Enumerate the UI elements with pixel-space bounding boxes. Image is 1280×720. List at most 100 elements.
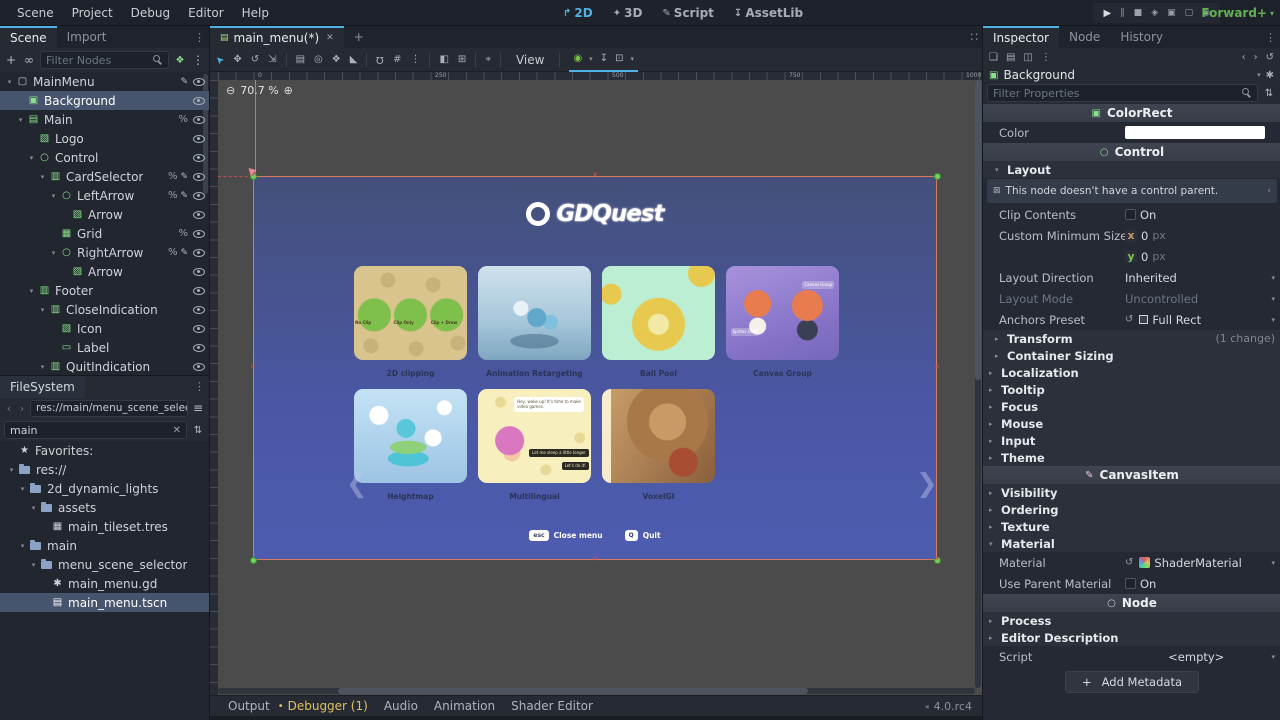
group-node-icon[interactable]: ⊞ xyxy=(458,54,466,65)
tree-caret-icon[interactable]: ▾ xyxy=(48,192,59,200)
chevron-down-icon[interactable]: ▾ xyxy=(589,55,593,63)
node-filter-icon[interactable]: ❖ xyxy=(173,55,187,66)
property-group-material[interactable]: ▾Material xyxy=(983,535,1280,552)
scene-tree-row-arrow[interactable]: ▧Arrow xyxy=(0,205,209,224)
filesystem-row-main-menu-tscn[interactable]: ▤main_menu.tscn xyxy=(0,593,209,612)
preview-environment-icon[interactable]: ◉ xyxy=(573,53,582,64)
scene-tree-row-label[interactable]: ▭Label xyxy=(0,338,209,357)
visibility-eye-icon[interactable] xyxy=(193,230,205,238)
property-group-editor-description[interactable]: ▸Editor Description xyxy=(983,629,1280,646)
zoom-in-icon[interactable]: ⊕ xyxy=(284,84,293,97)
scene-tree-row-footer[interactable]: ▾▥Footer xyxy=(0,281,209,300)
new-tab-button[interactable]: + xyxy=(344,26,374,48)
filesystem-filter-input[interactable] xyxy=(10,424,169,437)
tree-caret-icon[interactable]: ▾ xyxy=(17,542,28,550)
visibility-eye-icon[interactable] xyxy=(193,306,205,314)
tree-caret-icon[interactable]: ▾ xyxy=(15,116,26,124)
filesystem-row-favorites-[interactable]: ★Favorites: xyxy=(0,441,209,460)
pivot-tool-icon[interactable]: ◎ xyxy=(314,54,323,65)
tree-caret-icon[interactable]: ▾ xyxy=(28,504,39,512)
move-tool-icon[interactable]: ✥ xyxy=(233,54,241,65)
visibility-eye-icon[interactable] xyxy=(193,325,205,333)
tree-caret-icon[interactable]: ▾ xyxy=(4,78,15,86)
play-scene-icon[interactable]: ▣ xyxy=(1167,8,1176,18)
collapse-icon[interactable]: ◂ xyxy=(925,702,929,711)
revert-icon[interactable]: ↺ xyxy=(1125,314,1133,325)
property-group-texture[interactable]: ▸Texture xyxy=(983,518,1280,535)
filesystem-row-2d-dynamic-lights[interactable]: ▾2d_dynamic_lights xyxy=(0,479,209,498)
history-forward-icon[interactable]: › xyxy=(1254,52,1258,63)
script-badge[interactable]: ✎ xyxy=(180,248,188,258)
save-resource-icon[interactable]: ◫ xyxy=(1023,52,1032,63)
filter-properties-input[interactable] xyxy=(993,87,1238,100)
tree-caret-icon[interactable]: ▾ xyxy=(17,485,28,493)
visibility-eye-icon[interactable] xyxy=(193,97,205,105)
menu-item-help[interactable]: Help xyxy=(233,6,278,20)
smart-snap-toggle-icon[interactable]: Ω xyxy=(376,54,384,65)
script-badge[interactable]: ✎ xyxy=(180,191,188,201)
property-value[interactable]: On xyxy=(1125,208,1275,222)
tree-caret-icon[interactable]: ▾ xyxy=(37,173,48,181)
zoom-level[interactable]: 70.7 % xyxy=(240,84,278,97)
tree-caret-icon[interactable]: ▾ xyxy=(26,154,37,162)
filesystem-row-menu-scene-selector[interactable]: ▾menu_scene_selector xyxy=(0,555,209,574)
bottom-tab-output[interactable]: Output xyxy=(220,699,278,713)
dock-tab-scene[interactable]: Scene xyxy=(0,26,57,48)
property-group-process[interactable]: ▸Process xyxy=(983,612,1280,629)
workspace-tab-2d[interactable]: ↱2D xyxy=(555,6,601,20)
menu-item-editor[interactable]: Editor xyxy=(179,6,233,20)
ruler-tool-icon[interactable]: ◣ xyxy=(350,54,358,65)
property-group-ordering[interactable]: ▸Ordering xyxy=(983,501,1280,518)
property-value[interactable]: y0px xyxy=(1125,250,1275,264)
property-value[interactable]: Uncontrolled▾ xyxy=(1125,292,1275,306)
visibility-eye-icon[interactable] xyxy=(193,78,205,86)
scene-tree-row-cardselector[interactable]: ▾▥CardSelector%✎ xyxy=(0,167,209,186)
selectable-list-tool-icon[interactable]: ▤ xyxy=(296,54,305,65)
checkbox[interactable] xyxy=(1125,209,1136,220)
property-group-theme[interactable]: ▸Theme xyxy=(983,449,1280,466)
nav-forward-icon[interactable]: › xyxy=(17,402,27,415)
new-resource-icon[interactable]: ❏ xyxy=(989,52,998,63)
scene-tree-row-logo[interactable]: ▧Logo xyxy=(0,129,209,148)
property-value[interactable]: x0px xyxy=(1125,229,1275,243)
filesystem-menu-icon[interactable]: ⋮ xyxy=(194,380,205,393)
property-value[interactable]: Inherited▾ xyxy=(1125,271,1275,285)
filesystem-tab[interactable]: FileSystem xyxy=(0,376,85,398)
selection-edge-handle[interactable]: ✕ xyxy=(934,364,940,371)
pin-icon[interactable]: ↧ xyxy=(600,53,608,64)
extra-options-icon[interactable]: ✱ xyxy=(1266,70,1274,81)
remote-debug-icon[interactable]: ◈ xyxy=(1151,8,1158,18)
filesystem-row-res-[interactable]: ▾res:// xyxy=(0,460,209,479)
script-badge[interactable]: ✎ xyxy=(180,77,188,87)
toggle-split-mode-icon[interactable]: ≡ xyxy=(191,401,205,415)
property-value[interactable]: ↺ShaderMaterial▾ xyxy=(1125,556,1275,570)
rotate-tool-icon[interactable]: ↺ xyxy=(251,54,259,65)
scene-tree-row-leftarrow[interactable]: ▾○LeftArrow%✎ xyxy=(0,186,209,205)
dock-tab-import[interactable]: Import xyxy=(57,26,117,48)
file-sort-icon[interactable]: ⇅ xyxy=(191,425,205,436)
scene-tree-menu-icon[interactable]: ⋮ xyxy=(191,53,205,67)
bottom-tab-audio[interactable]: Audio xyxy=(376,699,426,713)
property-group-input[interactable]: ▸Input xyxy=(983,432,1280,449)
scene-tab-main-menu[interactable]: ▤ main_menu(*) ✕ xyxy=(210,26,344,48)
menu-item-project[interactable]: Project xyxy=(63,6,122,20)
scene-tree-row-quitindication[interactable]: ▾▥QuitIndication xyxy=(0,357,209,375)
tree-caret-icon[interactable]: ▾ xyxy=(48,249,59,257)
menu-item-scene[interactable]: Scene xyxy=(8,6,63,20)
visibility-eye-icon[interactable] xyxy=(193,268,205,276)
skeleton-options-icon[interactable]: ⌖ xyxy=(485,54,491,65)
property-value[interactable]: ↺Full Rect▾ xyxy=(1125,313,1275,327)
script-badge[interactable]: ✎ xyxy=(180,172,188,182)
layout-expand-icon[interactable]: ∷ xyxy=(970,30,978,44)
filesystem-row-assets[interactable]: ▾assets xyxy=(0,498,209,517)
control-parent-warning[interactable]: ⊠This node doesn't have a control parent… xyxy=(987,179,1277,203)
inspector-tab-node[interactable]: Node xyxy=(1059,26,1110,48)
zoom-out-icon[interactable]: ⊖ xyxy=(226,84,235,97)
property-value[interactable]: <empty>▾ xyxy=(1125,650,1275,664)
visibility-eye-icon[interactable] xyxy=(193,116,205,124)
property-group-mouse[interactable]: ▸Mouse xyxy=(983,415,1280,432)
filesystem-row-main-tileset-tres[interactable]: ▦main_tileset.tres xyxy=(0,517,209,536)
horizontal-scrollbar[interactable] xyxy=(218,688,975,694)
scene-tree-row-rightarrow[interactable]: ▾○RightArrow%✎ xyxy=(0,243,209,262)
property-value[interactable]: On xyxy=(1125,577,1275,591)
